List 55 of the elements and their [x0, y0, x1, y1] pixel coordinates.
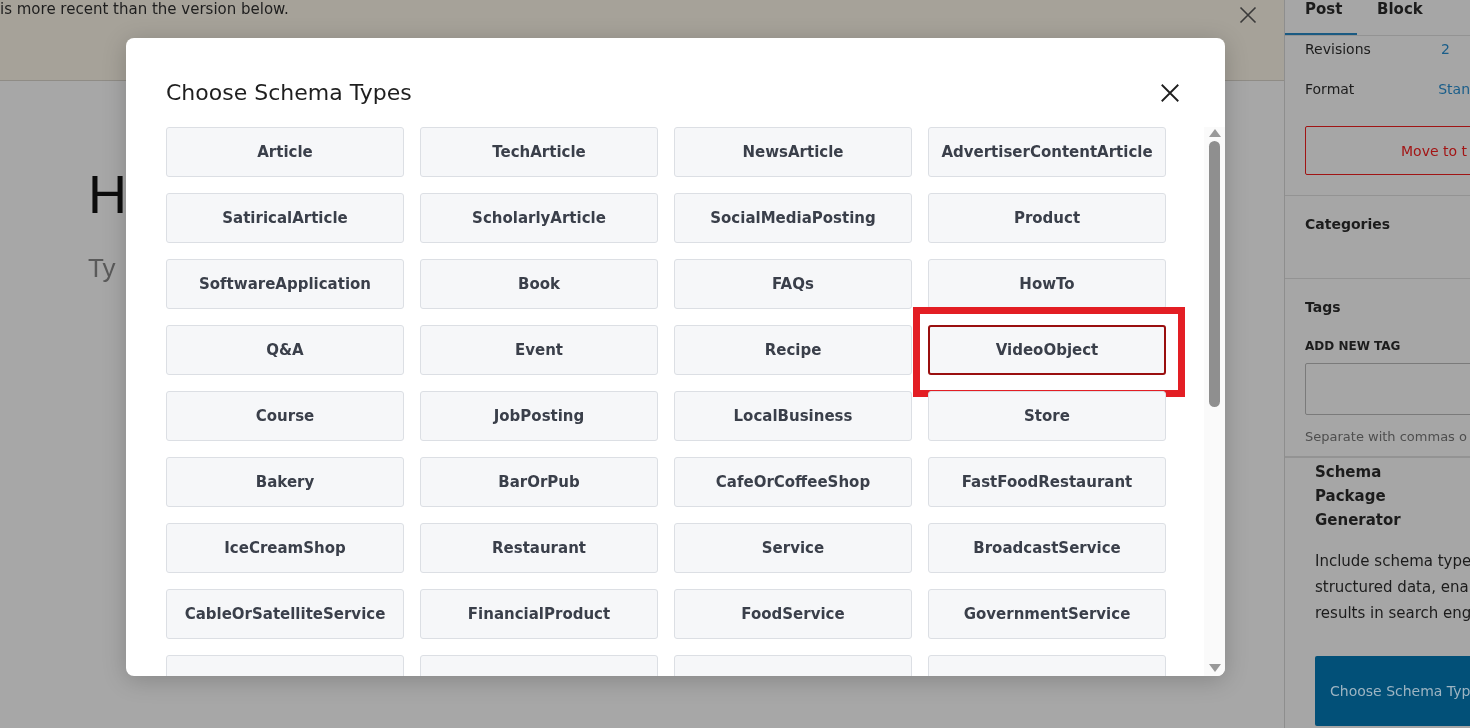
body-text: Ty — [88, 255, 116, 281]
scrollbar-thumb[interactable] — [1209, 141, 1220, 407]
dialog-close-button[interactable] — [1159, 81, 1181, 104]
schema-type-button[interactable]: Event — [420, 325, 658, 375]
schema-type-button[interactable]: TechArticle — [420, 127, 658, 177]
schema-type-button[interactable]: CableOrSatelliteService — [166, 589, 404, 639]
schema-type-button[interactable]: Q&A — [166, 325, 404, 375]
schema-type-button[interactable]: IceCreamShop — [166, 523, 404, 573]
schema-type-button[interactable]: SoftwareApplication — [166, 259, 404, 309]
close-icon — [1238, 5, 1258, 25]
scrollbar[interactable] — [1204, 127, 1225, 676]
close-icon — [1159, 81, 1181, 104]
schema-panel-description: Include schema type structured data, ena results in search eng — [1315, 551, 1470, 624]
post-title: H — [88, 167, 127, 221]
schema-type-button[interactable]: Product — [928, 193, 1166, 243]
schema-type-button[interactable]: AdvertiserContentArticle — [928, 127, 1166, 177]
schema-type-button[interactable]: NewsArticle — [674, 127, 912, 177]
schema-type-button[interactable]: JobPosting — [420, 391, 658, 441]
choose-schema-button[interactable]: Choose Schema Typ — [1315, 656, 1470, 726]
schema-type-button[interactable]: Service — [674, 523, 912, 573]
schema-type-button[interactable]: GovernmentService — [928, 589, 1166, 639]
dialog-title: Choose Schema Types — [166, 80, 412, 105]
sidebar-tab[interactable]: Block — [1357, 0, 1429, 35]
schema-type-button[interactable]: BarOrPub — [420, 457, 658, 507]
format-label: Format — [1305, 81, 1356, 99]
schema-type-button[interactable]: LocalBusiness — [674, 391, 912, 441]
scroll-up-icon[interactable] — [1208, 129, 1221, 137]
schema-panel-title: Schema Package Generator — [1315, 462, 1402, 531]
schema-type-button[interactable]: Course — [166, 391, 404, 441]
schema-type-button[interactable]: Bakery — [166, 457, 404, 507]
sidebar-tab[interactable]: Post — [1285, 0, 1357, 35]
schema-type-button[interactable]: FastFoodRestaurant — [928, 457, 1166, 507]
categories-heading[interactable]: Categories — [1305, 216, 1470, 232]
schema-type-button[interactable]: Store — [928, 391, 1166, 441]
schema-type-button[interactable]: Recipe — [674, 325, 912, 375]
schema-type-button[interactable]: HowTo — [928, 259, 1166, 309]
schema-type-button[interactable]: ScholarlyArticle — [420, 193, 658, 243]
tags-heading: Tags — [1305, 299, 1342, 315]
schema-type-button[interactable]: Restaurant — [420, 523, 658, 573]
tag-input-field[interactable] — [1305, 363, 1470, 415]
schema-type-button[interactable]: SatiricalArticle — [166, 193, 404, 243]
scroll-down-icon[interactable] — [1208, 664, 1221, 672]
schema-type-button[interactable]: CafeOrCoffeeShop — [674, 457, 912, 507]
revisions-label: Revisions — [1305, 41, 1372, 59]
notice-text: is more recent than the version below. — [0, 0, 289, 18]
schema-type-button[interactable]: FoodService — [674, 589, 912, 639]
schema-type-button[interactable]: Book — [420, 259, 658, 309]
schema-type-button[interactable]: VideoObject — [928, 325, 1166, 375]
add-tag-label: ADD NEW TAG — [1305, 339, 1402, 353]
schema-type-button[interactable]: SocialMediaPosting — [674, 193, 912, 243]
schema-type-button[interactable]: FAQs — [674, 259, 912, 309]
schema-type-button[interactable]: Article — [166, 127, 404, 177]
schema-type-button[interactable]: BroadcastService — [928, 523, 1166, 573]
schema-type-button[interactable]: FinancialProduct — [420, 589, 658, 639]
tag-hint: Separate with commas o — [1305, 429, 1468, 446]
